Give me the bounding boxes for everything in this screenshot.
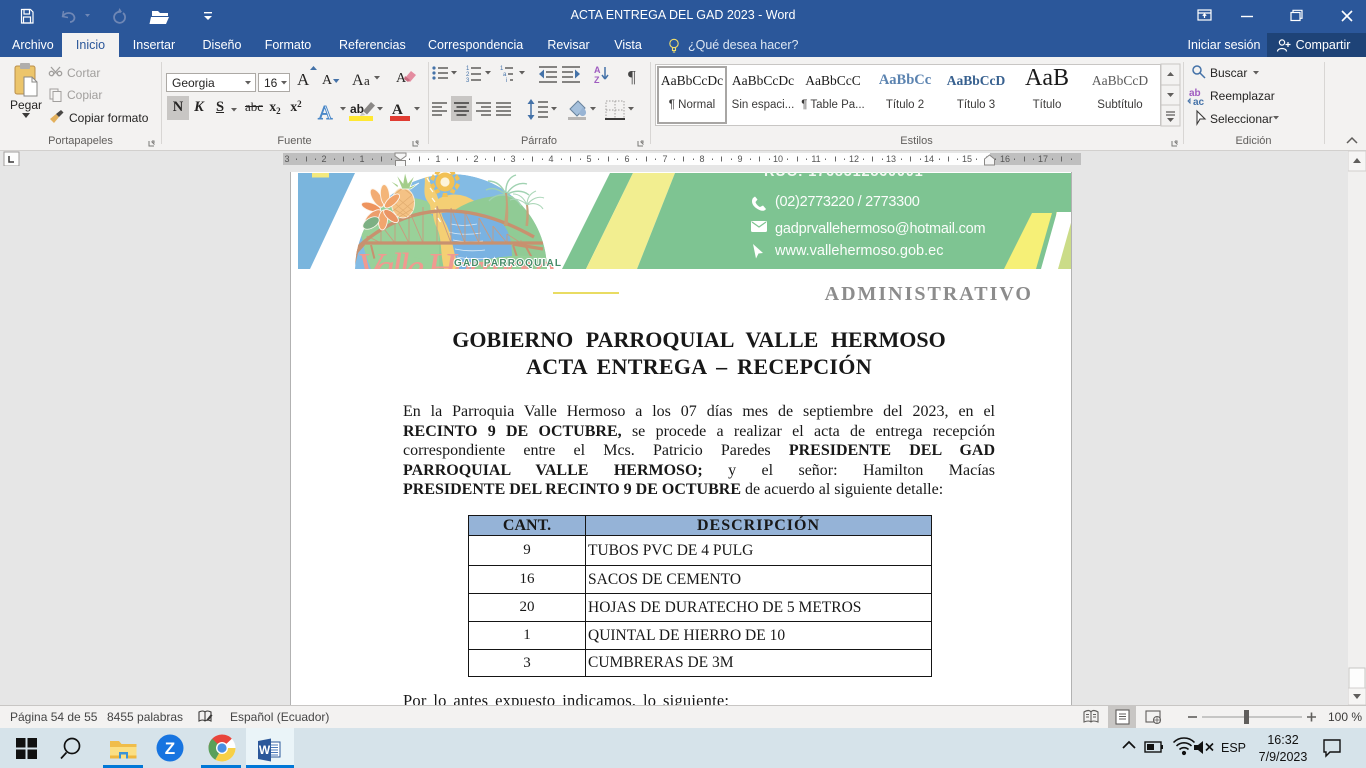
svg-text:7/9/2023: 7/9/2023 — [1259, 750, 1308, 764]
svg-text:100 %: 100 % — [1328, 710, 1362, 724]
svg-text:ESP: ESP — [1221, 741, 1246, 755]
svg-text:Z: Z — [594, 75, 600, 85]
svg-text:i: i — [506, 78, 507, 84]
svg-text:A: A — [322, 73, 333, 88]
svg-text:13: 13 — [886, 154, 896, 164]
svg-text:8: 8 — [699, 154, 704, 164]
svg-text:10: 10 — [773, 154, 783, 164]
svg-text:11: 11 — [811, 154, 820, 164]
svg-text:A: A — [392, 102, 403, 118]
svg-text:A: A — [594, 65, 601, 75]
svg-text:7: 7 — [662, 154, 667, 164]
svg-text:4: 4 — [548, 154, 553, 164]
svg-text:15: 15 — [962, 154, 972, 164]
svg-text:W: W — [259, 743, 271, 757]
svg-text:1: 1 — [359, 154, 364, 164]
svg-text:9: 9 — [737, 154, 742, 164]
svg-text:A: A — [318, 102, 333, 124]
svg-text:ac: ac — [1193, 97, 1205, 108]
svg-text:1: 1 — [435, 154, 440, 164]
svg-text:2: 2 — [473, 154, 478, 164]
svg-text:Z: Z — [165, 739, 175, 758]
svg-text:GAD PARROQUIAL: GAD PARROQUIAL — [454, 258, 562, 269]
svg-text:3: 3 — [510, 154, 515, 164]
svg-text:14: 14 — [924, 154, 934, 164]
svg-text:16: 16 — [1000, 154, 1010, 164]
svg-text:2: 2 — [321, 154, 326, 164]
svg-text:3: 3 — [284, 154, 289, 164]
svg-text:17: 17 — [1038, 154, 1048, 164]
svg-text:12: 12 — [849, 154, 859, 164]
svg-text:a: a — [364, 73, 370, 88]
svg-text:16:32: 16:32 — [1267, 733, 1298, 747]
svg-text:¶: ¶ — [628, 67, 636, 86]
svg-text:A: A — [352, 72, 364, 89]
svg-text:5: 5 — [586, 154, 591, 164]
svg-text:A: A — [297, 70, 310, 89]
svg-text:6: 6 — [624, 154, 629, 164]
svg-text:3: 3 — [466, 78, 470, 84]
